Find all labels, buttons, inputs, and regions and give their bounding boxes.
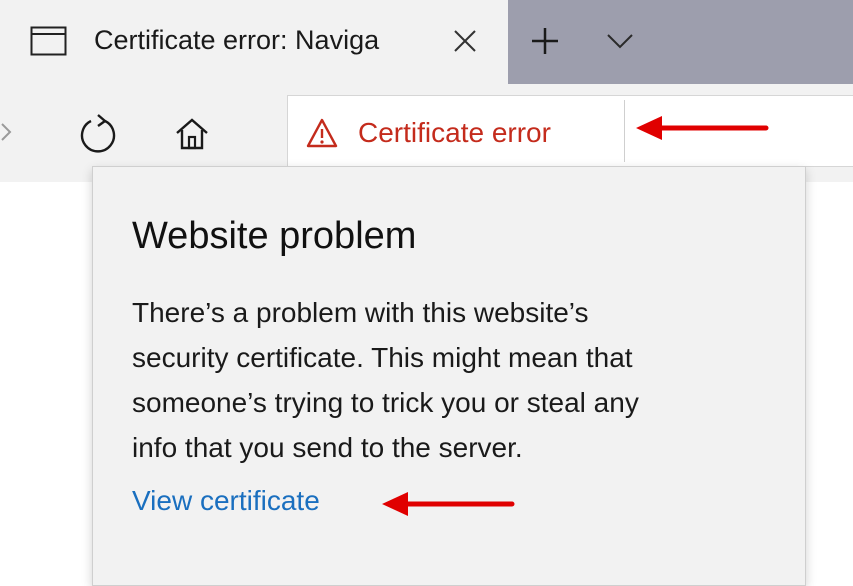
certificate-error-button[interactable]: Certificate error	[300, 104, 622, 162]
view-certificate-link[interactable]: View certificate	[132, 480, 320, 522]
home-icon[interactable]	[174, 116, 210, 152]
divider	[624, 100, 625, 162]
tab-title: Certificate error: Naviga	[94, 25, 380, 55]
annotation-arrow-icon	[636, 116, 769, 140]
tab-page-icon	[30, 26, 67, 56]
flyout-body-line: info that you send to the server.	[132, 432, 523, 463]
active-tab[interactable]: Certificate error: Naviga	[0, 0, 508, 84]
close-icon[interactable]	[451, 27, 479, 55]
plus-icon[interactable]	[530, 26, 560, 56]
tab-strip: Certificate error: Naviga	[0, 0, 853, 84]
flyout-body-line: There’s a problem with this website’s	[132, 297, 589, 328]
chevron-down-icon[interactable]	[605, 30, 635, 52]
flyout-body-line: someone’s trying to trick you or steal a…	[132, 387, 639, 418]
refresh-icon[interactable]	[76, 113, 120, 157]
flyout-body: There’s a problem with this website’s se…	[132, 290, 782, 470]
warning-triangle-icon	[306, 118, 338, 148]
certificate-error-label: Certificate error	[358, 117, 551, 148]
flyout-body-line: security certificate. This might mean th…	[132, 342, 633, 373]
forward-arrow-icon[interactable]	[0, 120, 16, 144]
flyout-title: Website problem	[132, 215, 417, 257]
annotation-arrow-icon	[382, 492, 515, 516]
